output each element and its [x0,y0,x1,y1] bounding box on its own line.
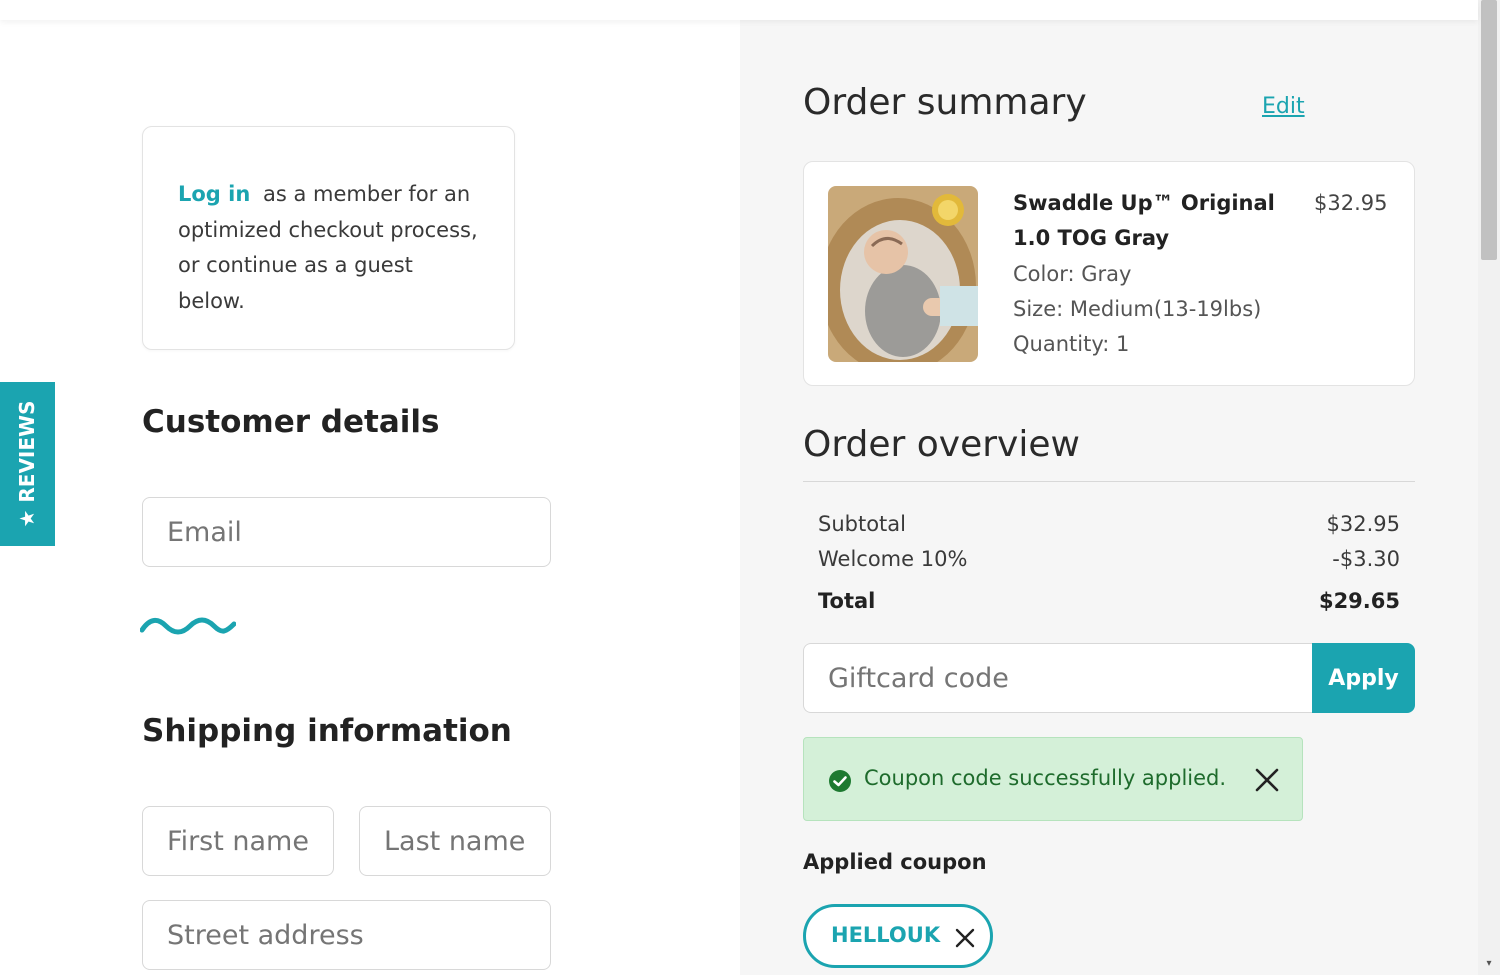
total-label: Total [818,589,876,613]
order-summary-title: Order summary [803,82,1087,123]
customer-details-title: Customer details [142,404,440,440]
scrollbar-thumb[interactable] [1481,0,1497,260]
coupon-success-alert: Coupon code successfully applied. [803,737,1303,821]
remove-coupon-icon[interactable] [954,927,976,949]
scroll-down-icon[interactable]: ▾ [1483,959,1495,969]
coupon-success-message: Coupon code successfully applied. [864,766,1227,790]
page-scrollbar[interactable]: ▾ [1478,0,1500,975]
wave-divider-icon [140,617,236,635]
giftcard-code-field[interactable] [803,643,1313,713]
login-prompt-text: Log in as a member for an optimized chec… [178,177,484,319]
discount-value: -$3.30 [1332,547,1400,571]
applied-coupon-chip: HELLOUK [803,904,993,968]
product-card: Swaddle Up™ Original 1.0 TOG Gray $32.95… [803,161,1415,386]
product-name: Swaddle Up™ Original 1.0 TOG Gray [1013,191,1275,250]
discount-label: Welcome 10% [818,547,968,571]
subtotal-value: $32.95 [1326,512,1400,536]
apply-giftcard-button[interactable]: Apply [1312,643,1415,713]
close-icon[interactable] [1254,767,1280,793]
order-overview-title: Order overview [803,424,1080,465]
shipping-information-title: Shipping information [142,713,512,749]
reviews-side-tab[interactable]: ★ REVIEWS [0,382,55,546]
email-field[interactable] [142,497,551,567]
overview-divider [803,481,1415,482]
product-size: Size: Medium(13-19lbs) [1013,297,1262,321]
product-color: Color: Gray [1013,262,1132,286]
check-circle-icon [829,770,851,792]
first-name-field[interactable] [142,806,334,876]
subtotal-label: Subtotal [818,512,906,536]
order-summary-column [740,0,1478,975]
product-image [828,186,978,362]
applied-coupon-label: Applied coupon [803,850,987,874]
login-prompt-box: Log in as a member for an optimized chec… [142,126,515,350]
edit-order-link[interactable]: Edit [1262,94,1305,119]
product-quantity: Quantity: 1 [1013,332,1130,356]
reviews-tab-label: ★ REVIEWS [15,400,39,528]
total-value: $29.65 [1318,589,1400,613]
street-address-field[interactable] [142,900,551,970]
last-name-field[interactable] [359,806,551,876]
coupon-code: HELLOUK [831,923,941,947]
login-link[interactable]: Log in [178,182,250,206]
product-price: $32.95 [1314,191,1388,215]
top-header-bar [0,0,1478,20]
